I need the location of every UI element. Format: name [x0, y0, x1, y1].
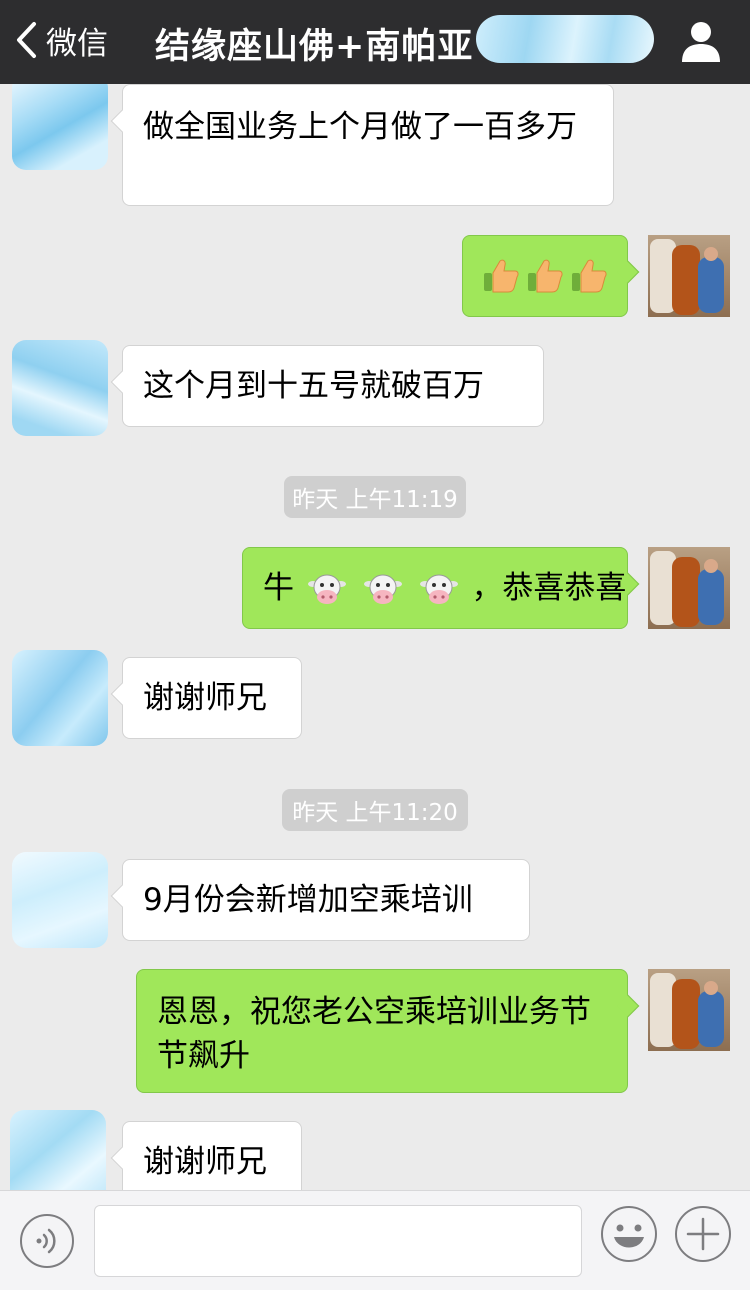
message-input[interactable] [94, 1205, 582, 1277]
chevron-left-icon [17, 22, 36, 58]
nav-bar: 微信 结缘座山佛+南帕亚 [0, 0, 750, 84]
contact-avatar[interactable] [10, 1110, 106, 1190]
input-toolbar [0, 1190, 750, 1290]
received-message[interactable]: 9月份会新增加空乘培训 [110, 859, 530, 941]
person-icon[interactable] [678, 18, 724, 64]
thumbs-up-icon [484, 259, 519, 293]
message-text: 9月份会新增加空乘培训 [143, 882, 473, 918]
thumbs-up-icon [528, 259, 563, 293]
smiley-icon[interactable] [600, 1205, 658, 1263]
received-message[interactable]: 谢谢师兄 [110, 657, 302, 739]
message-text: 恩恩，祝您老公空乘培训业务节节飙升 [157, 994, 591, 1074]
timestamp: 昨天 上午11:19 [284, 476, 466, 518]
message-text: 做全国业务上个月做了一百多万 [143, 109, 577, 145]
back-label: 微信 [46, 25, 108, 62]
contact-avatar[interactable] [12, 84, 108, 170]
chat-title: 结缘座山佛+南帕亚 [155, 27, 474, 67]
message-suffix: ，恭喜恭喜 [471, 570, 627, 606]
plus-icon[interactable] [674, 1205, 732, 1263]
contact-avatar[interactable] [12, 852, 108, 948]
timestamp: 昨天 上午11:20 [282, 789, 468, 831]
cow-face-icon [307, 574, 346, 604]
received-message[interactable]: 这个月到十五号就破百万 [110, 345, 544, 427]
sent-message[interactable]: 牛 ，恭喜恭喜 [242, 547, 640, 629]
my-avatar[interactable] [648, 235, 730, 317]
message-list[interactable]: 做全国业务上个月做了一百多万 这个月到十五号就破百万 昨天 上午11:19 牛 … [0, 84, 750, 1190]
thumbs-up-icon [572, 259, 607, 293]
my-avatar[interactable] [648, 547, 730, 629]
received-message[interactable]: 谢谢师兄 [110, 1121, 302, 1190]
contact-avatar[interactable] [12, 340, 108, 436]
message-text: 这个月到十五号就破百万 [143, 368, 484, 404]
thumbs-up-emoji-row [482, 257, 608, 295]
message-prefix: 牛 [263, 570, 294, 606]
my-avatar[interactable] [648, 969, 730, 1051]
sent-message[interactable] [462, 235, 640, 317]
received-message[interactable]: 做全国业务上个月做了一百多万 [110, 84, 614, 206]
contact-avatar[interactable] [12, 650, 108, 746]
cow-face-icon [419, 574, 458, 604]
title-redaction [476, 15, 654, 63]
back-button[interactable]: 微信 [14, 14, 108, 66]
voice-icon[interactable] [19, 1213, 75, 1269]
sent-message[interactable]: 恩恩，祝您老公空乘培训业务节节飙升 [136, 969, 640, 1093]
message-text: 谢谢师兄 [143, 680, 267, 716]
cow-face-icon [363, 574, 402, 604]
message-text: 谢谢师兄 [143, 1144, 267, 1180]
